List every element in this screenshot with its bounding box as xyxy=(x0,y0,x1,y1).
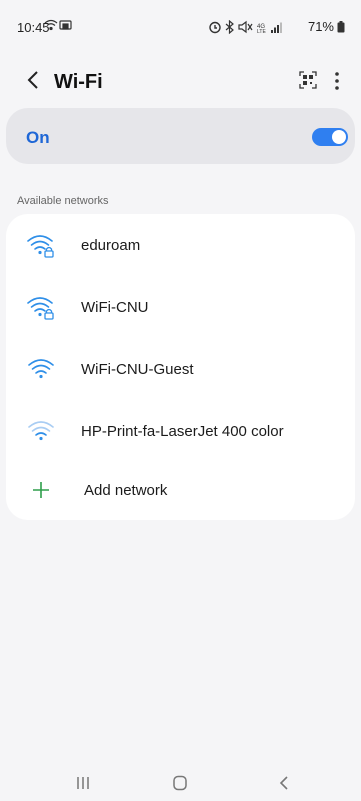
battery-percent: 71% xyxy=(307,19,334,34)
page-title: Wi-Fi xyxy=(54,71,103,93)
available-networks-heading: Available networks xyxy=(17,195,109,207)
chevron-left-icon[interactable] xyxy=(22,68,46,92)
home-icon[interactable] xyxy=(172,775,188,791)
battery-icon xyxy=(337,20,345,32)
network-item-eduroam[interactable]: eduroam xyxy=(6,214,355,276)
wifi-toggle-switch[interactable] xyxy=(312,128,348,146)
add-network-label: Add network xyxy=(84,482,168,499)
recent-apps-icon[interactable] xyxy=(76,775,90,791)
add-network-button[interactable]: Add network xyxy=(6,459,355,521)
network-list: eduroam WiFi-CNU WiFi-CNU-Guest HP-Print… xyxy=(6,214,355,520)
network-item-wifi-cnu[interactable]: WiFi-CNU xyxy=(6,276,355,338)
wifi-toggle-row[interactable]: On xyxy=(6,108,355,164)
status-left-icons xyxy=(44,18,74,37)
system-nav-bar xyxy=(0,765,361,801)
status-right-icons: 4G LTE 71% xyxy=(209,19,345,34)
screen-cast-icon xyxy=(59,20,72,30)
app-header: Wi-Fi xyxy=(0,62,361,102)
back-icon[interactable] xyxy=(278,775,290,791)
status-bar: 10:45 4G LTE 71% xyxy=(0,0,361,50)
more-vertical-icon[interactable] xyxy=(330,70,344,92)
lte-icon: 4G LTE xyxy=(257,24,266,34)
network-item-wifi-cnu-guest[interactable]: WiFi-CNU-Guest xyxy=(6,338,355,400)
svg-text:LTE: LTE xyxy=(257,29,266,34)
network-name: WiFi-CNU-Guest xyxy=(81,361,194,378)
wifi-toggle-label: On xyxy=(26,128,50,147)
network-name: HP-Print-fa-LaserJet 400 color xyxy=(81,423,284,440)
wifi-lock-icon xyxy=(27,297,54,320)
bluetooth-icon xyxy=(225,19,234,34)
signal-icon xyxy=(270,22,282,33)
wifi-lock-icon xyxy=(27,235,54,258)
qr-scan-icon[interactable] xyxy=(298,70,318,90)
plus-icon xyxy=(33,482,49,498)
network-name: WiFi-CNU xyxy=(81,299,149,316)
network-name: eduroam xyxy=(81,237,141,254)
wifi-icon xyxy=(28,359,54,379)
mute-icon xyxy=(238,20,253,33)
toggle-knob xyxy=(332,130,346,144)
alarm-icon xyxy=(209,21,221,33)
wifi-icon xyxy=(44,19,58,31)
wifi-icon xyxy=(28,421,54,441)
network-item-hp-print[interactable]: HP-Print-fa-LaserJet 400 color xyxy=(6,400,355,462)
